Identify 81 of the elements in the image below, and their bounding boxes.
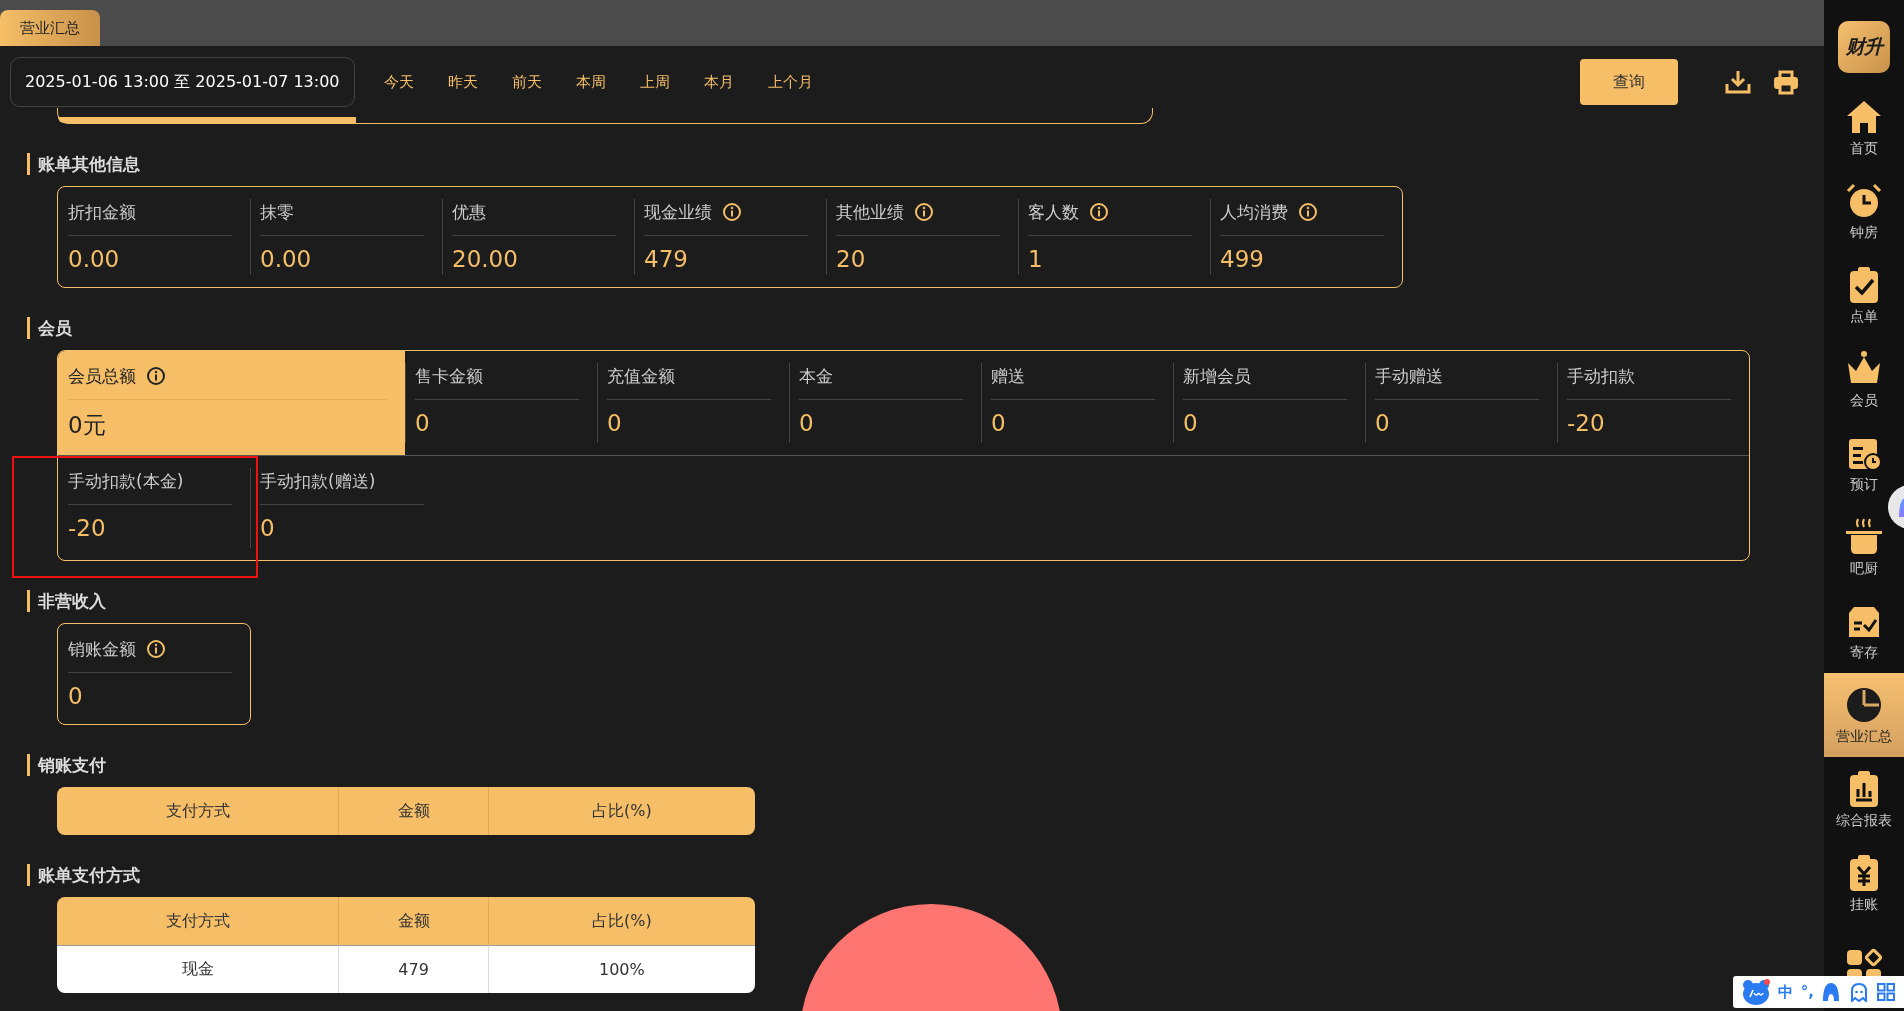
ghost-icon[interactable] [1848,982,1869,1002]
stat-value: 20 [836,246,867,272]
section-title: 会员 [27,317,72,339]
stat-value: 0 [991,410,1007,436]
stat-label: 优惠 [452,200,486,224]
stat-value: 0 [415,410,431,436]
bear-logo-icon[interactable] [1740,978,1771,1006]
stat-value: 479 [644,246,689,272]
quick-range-link[interactable]: 上个月 [750,72,830,92]
quick-range-link[interactable]: 今天 [366,72,431,92]
stat-value: 0 [607,410,623,436]
stat-label: 销账金额 [68,637,136,661]
column-header: 金额 [338,897,488,945]
quick-range-link[interactable]: 本月 [686,72,751,92]
pot-icon [1844,516,1884,557]
stat-label: 抹零 [260,200,294,224]
stat-label: 人均消费 [1220,200,1288,224]
stat-value: 0.00 [260,246,313,272]
print-icon[interactable] [1772,68,1800,96]
stat-value: 0 [260,515,276,541]
stat-label: 客人数 [1028,200,1079,224]
stat-label: 本金 [799,364,833,388]
sidebar-item[interactable]: 吧厨 [1824,505,1904,589]
quick-range-link[interactable]: 昨天 [430,72,495,92]
date-range-field[interactable]: 2025-01-06 13:00 至 2025-01-07 13:00 [10,57,355,107]
stat-label: 新增会员 [1183,364,1251,388]
section-title: 账单其他信息 [27,153,140,175]
stat-value: 0元 [68,411,107,440]
stat-label: 手动扣款(本金) [68,469,184,493]
stat-label: 手动扣款 [1567,364,1635,388]
quick-range-link[interactable]: 上周 [622,72,687,92]
stat-label: 手动扣款(赠送) [260,469,376,493]
column-header: 占比(%) [487,787,755,835]
info-icon[interactable] [146,366,166,386]
section-title: 销账支付 [27,754,106,776]
stat-value: 0 [1375,410,1391,436]
stat-value: 0 [799,410,815,436]
stat-value: 0 [68,683,84,709]
download-icon[interactable] [1724,68,1752,96]
app-logo: 财升 [1838,21,1890,73]
table-cell: 100% [487,945,755,993]
section-title: 账单支付方式 [27,864,140,886]
sidebar-item[interactable]: 预订 [1824,421,1904,505]
column-header: 占比(%) [487,897,755,945]
section-title: 非营收入 [27,590,106,612]
sidebar-item[interactable]: 综合报表 [1824,757,1904,841]
stat-value: -20 [1567,410,1606,436]
table-cell: 479 [338,945,488,993]
sidebar-item[interactable]: 挂账 [1824,841,1904,925]
letter-icon[interactable] [1821,982,1842,1002]
punctuation-text[interactable]: °, [1800,983,1814,1001]
stat-label: 手动赠送 [1375,364,1443,388]
stat-label: 会员总额 [68,364,136,388]
column-header: 支付方式 [57,897,339,945]
query-button[interactable]: 查询 [1580,59,1678,105]
stat-label: 折扣金额 [68,200,136,224]
stat-label: 赠送 [991,364,1025,388]
sidebar-item[interactable]: 会员 [1824,337,1904,421]
stat-value: -20 [68,515,107,541]
quick-range-link[interactable]: 前天 [494,72,559,92]
stat-value: 0.00 [68,246,121,272]
stat-label: 其他业绩 [836,200,904,224]
sidebar-item[interactable]: 钟房 [1824,169,1904,253]
stat-value: 1 [1028,246,1044,272]
table-cell: 现金 [57,945,339,993]
page-tab[interactable]: 营业汇总 [0,10,100,46]
stat-label: 现金业绩 [644,200,712,224]
stat-value: 20.00 [452,246,519,272]
sidebar-item[interactable]: 寄存 [1824,589,1904,673]
column-header: 金额 [338,787,488,835]
sidebar-item[interactable]: 点单 [1824,253,1904,337]
stat-label: 充值金额 [607,364,675,388]
sidebar-item[interactable]: 营业汇总 [1824,673,1904,757]
stat-value: 0 [1183,410,1199,436]
grid-icon[interactable] [1876,982,1897,1002]
ime-mode-text[interactable]: 中 [1778,982,1794,1002]
quick-range-link[interactable]: 本周 [558,72,623,92]
sidebar-item[interactable]: 首页 [1824,85,1904,169]
column-header: 支付方式 [57,787,339,835]
stat-label: 售卡金额 [415,364,483,388]
stat-value: 499 [1220,246,1265,272]
